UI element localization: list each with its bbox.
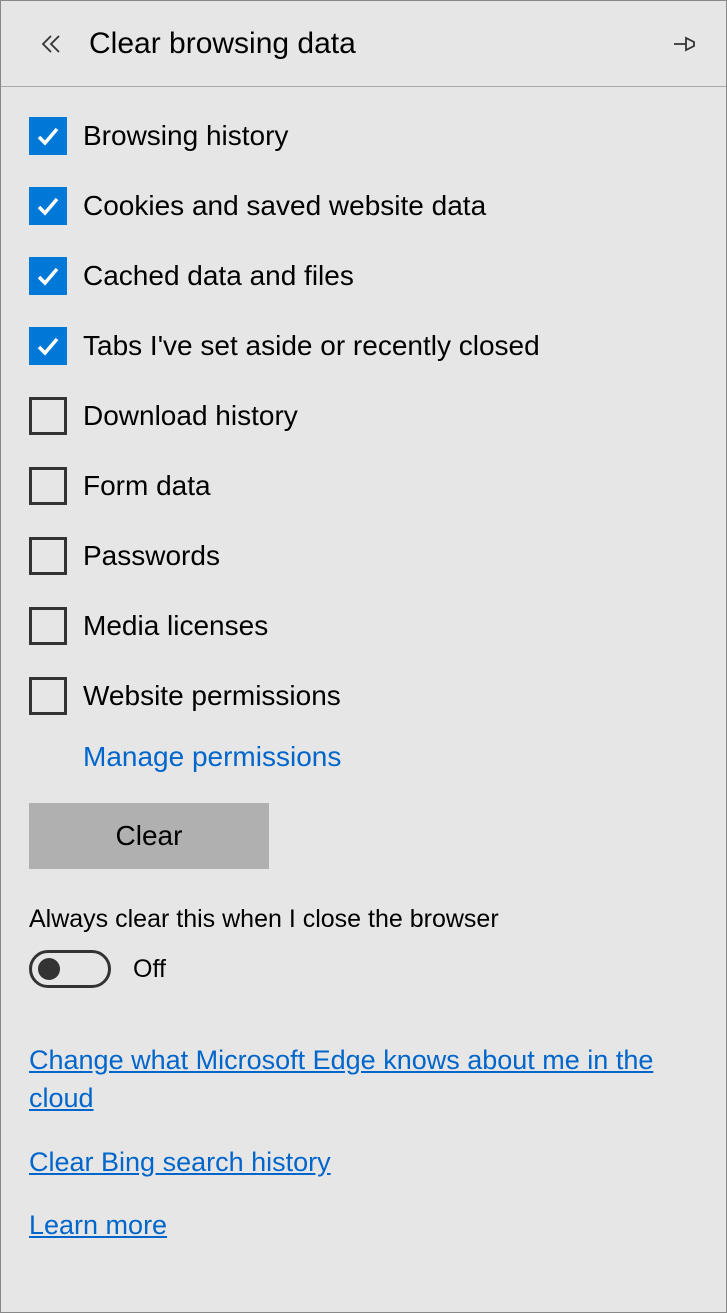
option-label: Cached data and files — [83, 260, 354, 292]
option-label: Passwords — [83, 540, 220, 572]
option-row[interactable]: Form data — [29, 467, 698, 505]
option-row[interactable]: Cached data and files — [29, 257, 698, 295]
checkbox[interactable] — [29, 537, 67, 575]
checkbox[interactable] — [29, 257, 67, 295]
option-label: Download history — [83, 400, 298, 432]
back-button[interactable] — [31, 24, 71, 64]
checkbox[interactable] — [29, 117, 67, 155]
option-label: Browsing history — [83, 120, 288, 152]
chevron-left-double-icon — [39, 32, 63, 56]
option-label: Tabs I've set aside or recently closed — [83, 330, 540, 362]
checkbox[interactable] — [29, 397, 67, 435]
option-label: Website permissions — [83, 680, 341, 712]
option-row[interactable]: Media licenses — [29, 607, 698, 645]
checkmark-icon — [34, 122, 62, 150]
checkbox[interactable] — [29, 677, 67, 715]
auto-clear-toggle[interactable] — [29, 950, 111, 988]
pin-icon — [672, 32, 700, 56]
checkbox[interactable] — [29, 467, 67, 505]
toggle-knob — [38, 958, 60, 980]
checkbox[interactable] — [29, 327, 67, 365]
option-label: Media licenses — [83, 610, 268, 642]
option-row[interactable]: Browsing history — [29, 117, 698, 155]
option-label: Form data — [83, 470, 211, 502]
auto-clear-label: Always clear this when I close the brows… — [29, 905, 698, 934]
external-link[interactable]: Learn more — [29, 1207, 698, 1245]
pin-button[interactable] — [666, 24, 706, 64]
checkmark-icon — [34, 332, 62, 360]
option-row[interactable]: Cookies and saved website data — [29, 187, 698, 225]
checkbox[interactable] — [29, 607, 67, 645]
checkmark-icon — [34, 192, 62, 220]
option-row[interactable]: Download history — [29, 397, 698, 435]
panel-header: Clear browsing data — [1, 1, 726, 87]
option-row[interactable]: Website permissions — [29, 677, 698, 715]
panel-title: Clear browsing data — [89, 27, 666, 61]
panel-content: Browsing history Cookies and saved websit… — [1, 87, 726, 1245]
external-link[interactable]: Clear Bing search history — [29, 1144, 698, 1182]
manage-permissions-link[interactable]: Manage permissions — [83, 741, 698, 773]
option-row[interactable]: Tabs I've set aside or recently closed — [29, 327, 698, 365]
option-label: Cookies and saved website data — [83, 190, 486, 222]
clear-button[interactable]: Clear — [29, 803, 269, 869]
auto-clear-row: Off — [29, 950, 698, 988]
external-link[interactable]: Change what Microsoft Edge knows about m… — [29, 1042, 698, 1118]
option-row[interactable]: Passwords — [29, 537, 698, 575]
checkbox[interactable] — [29, 187, 67, 225]
auto-clear-state: Off — [133, 955, 166, 984]
checkmark-icon — [34, 262, 62, 290]
